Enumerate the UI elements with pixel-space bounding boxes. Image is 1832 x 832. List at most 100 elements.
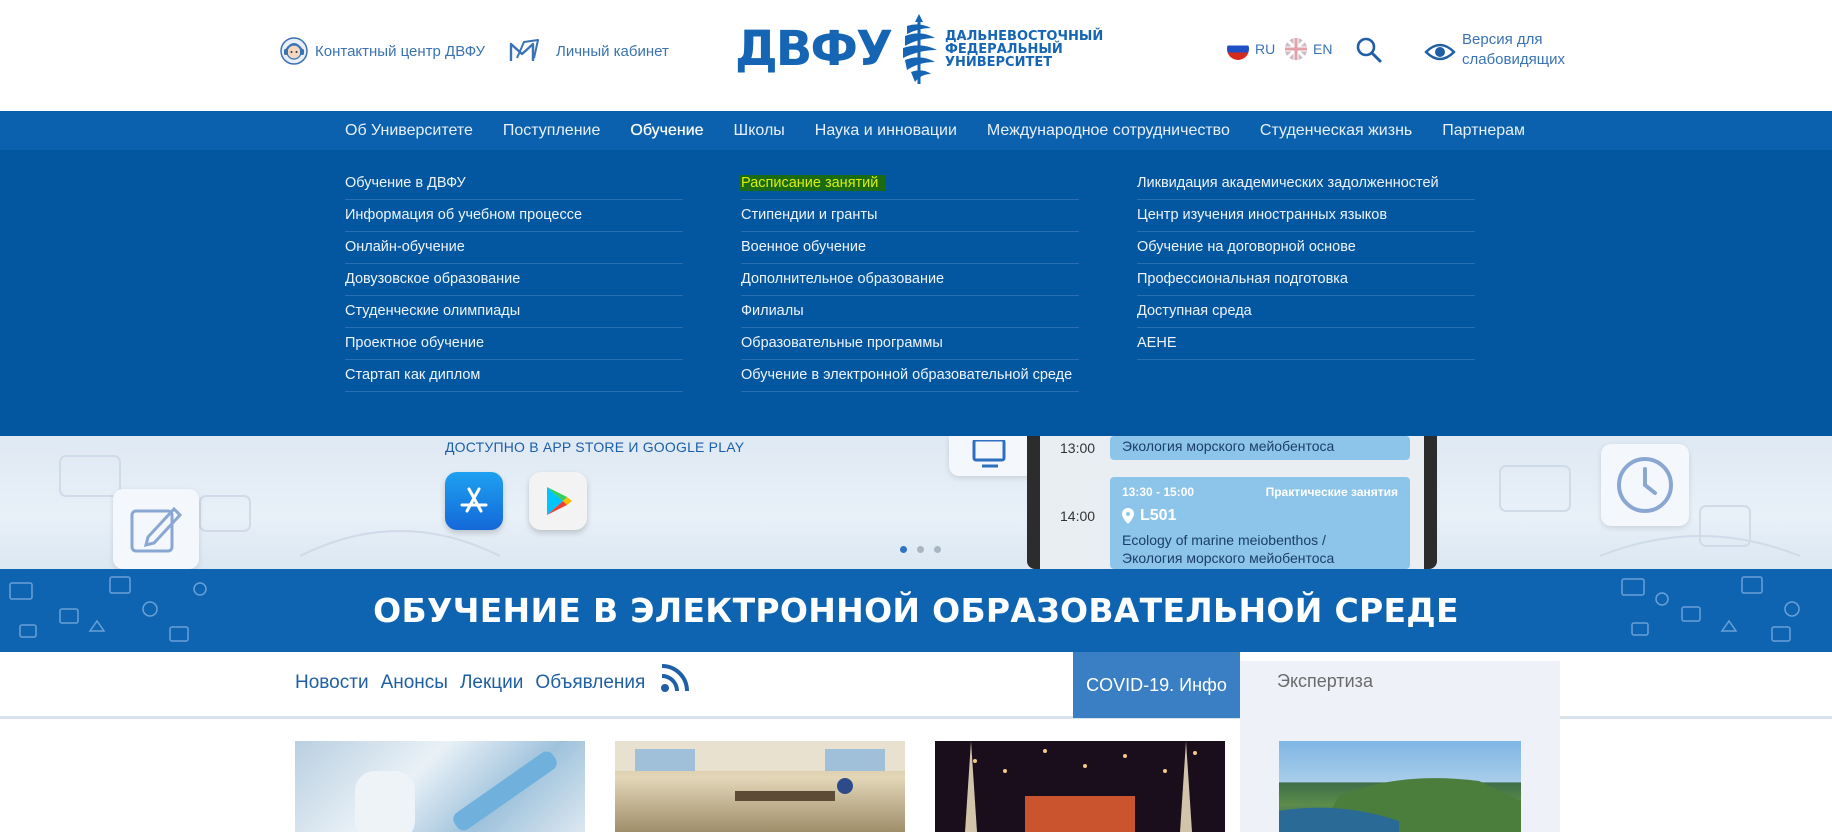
dropdown-item-label: Обучение в электронной образовательной с… [741, 367, 1073, 383]
clock-icon [1617, 457, 1673, 513]
app-store-icon [460, 487, 488, 513]
schedule-card-1-text: Экология морского мейобентоса [1122, 438, 1335, 454]
dropdown-item-c2-3[interactable]: Военное обучение [741, 232, 1079, 264]
lang-en-label: EN [1313, 41, 1333, 57]
dropdown-item-c3-4[interactable]: Профессиональная подготовка [1137, 264, 1475, 296]
news-tab-3[interactable]: Лекции [460, 672, 523, 694]
nav-item-5[interactable]: Наука и инновации [815, 122, 957, 140]
classroom-image [615, 741, 905, 801]
news-tab-1[interactable]: Новости [295, 672, 369, 694]
dropdown-item-c3-5[interactable]: Доступная среда [1137, 296, 1475, 328]
dropdown-item-c1-2[interactable]: Информация об учебном процессе [345, 200, 683, 232]
dropdown-item-label: Образовательные программы [741, 335, 943, 351]
nav-item-3[interactable]: Обучение [630, 122, 703, 140]
section-title-band: ОБУЧЕНИЕ В ЭЛЕКТРОННОЙ ОБРАЗОВАТЕЛЬНОЙ С… [0, 569, 1832, 652]
expertise-thumbnail-coast[interactable] [1279, 741, 1521, 832]
dropdown-item-c1-7[interactable]: Стартап как диплом [345, 360, 683, 392]
pencil-note-icon [130, 506, 183, 553]
search-button[interactable] [1355, 36, 1383, 69]
dropdown-column-1: Обучение в ДВФУ Информация об учебном про… [345, 168, 683, 392]
section-title: ОБУЧЕНИЕ В ЭЛЕКТРОННОЙ ОБРАЗОВАТЕЛЬНОЙ С… [373, 591, 1459, 630]
personal-account-label: Личный кабинет [556, 42, 669, 60]
dropdown-item-label: Проектное обучение [345, 335, 485, 351]
dropdown-item-c2-6[interactable]: Образовательные программы [741, 328, 1079, 360]
dropdown-item-label: Онлайн-обучение [345, 239, 465, 255]
dropdown-item-label: Информация об учебном процессе [345, 207, 583, 223]
schedule-card-2-time: 13:30 - 15:00 [1122, 485, 1195, 499]
dropdown-item-c3-2[interactable]: Центр изучения иностранных языков [1137, 200, 1475, 232]
logo-line-3: УНИВЕРСИТЕТ [944, 54, 1053, 70]
low-vision-version-link[interactable]: Версия для слабовидящих [1424, 30, 1572, 70]
dropdown-item-label: Доступная среда [1137, 303, 1252, 319]
slider-dot-3[interactable] [934, 546, 941, 553]
lang-ru-link[interactable]: RU [1227, 38, 1275, 60]
contact-center-link[interactable]: Контактный центр ДВФУ [279, 36, 485, 66]
news-thumbnail-classroom[interactable] [615, 741, 905, 832]
search-icon [1356, 37, 1382, 63]
page: Контактный центр ДВФУ Личный кабинет ДВФ… [0, 0, 1832, 832]
dropdown-item-c2-1[interactable]: Расписание занятий [741, 168, 1079, 200]
dropdown-column-3: Ликвидация академических задолженностей Ц… [1137, 168, 1475, 360]
dropdown-item-label: Довузовское образование [345, 271, 521, 287]
nav-item-1[interactable]: Об Университете [345, 122, 473, 140]
nav-item-6[interactable]: Международное сотрудничество [987, 122, 1230, 140]
schedule-card-2-text-2: Экология морского мейобентоса [1122, 550, 1335, 566]
lang-en-link[interactable]: EN [1285, 38, 1332, 60]
app-promo-banner[interactable]: ДОСТУПНО В APP STORE И GOOGLE PLAY 13:00… [0, 436, 1832, 569]
schedule-time-1: 13:00 [1060, 440, 1096, 456]
slider-dot-2[interactable] [917, 546, 924, 553]
news-tab-2[interactable]: Анонсы [381, 672, 448, 694]
nav-item-8[interactable]: Партнерам [1442, 122, 1525, 140]
dropdown-item-c3-3[interactable]: Обучение на договорной основе [1137, 232, 1475, 264]
dropdown-item-label: Дополнительное образование [741, 271, 945, 287]
slider-dot-1[interactable] [900, 546, 907, 553]
dropdown-item-c3-6[interactable]: AEHE [1137, 328, 1475, 360]
rss-icon [661, 664, 689, 692]
news-thumbnail-concert[interactable] [935, 741, 1225, 832]
rss-button[interactable] [660, 663, 690, 698]
russia-flag-icon [1227, 38, 1249, 60]
dropdown-column-2: Расписание занятий Стипендии и гранты Воен… [741, 168, 1079, 392]
dropdown-item-label: Военное обучение [741, 239, 867, 255]
main-nav: Об Университете Поступление Обучение Школы Н… [0, 111, 1832, 150]
nav-item-7[interactable]: Студенческая жизнь [1260, 122, 1412, 140]
dropdown-item-label: Профессиональная подготовка [1137, 271, 1348, 287]
dropdown-item-c1-6[interactable]: Проектное обучение [345, 328, 683, 360]
dropdown-item-c2-5[interactable]: Филиалы [741, 296, 1079, 328]
nav-item-4[interactable]: Школы [734, 122, 785, 140]
covid-info-tab[interactable]: COVID-19. Инфо [1073, 652, 1240, 718]
dropdown-item-c1-3[interactable]: Онлайн-обучение [345, 232, 683, 264]
news-tab-4[interactable]: Объявления [535, 672, 645, 694]
coast-image [1279, 778, 1521, 832]
dropdown-item-c1-1[interactable]: Обучение в ДВФУ [345, 168, 683, 200]
support-agent-icon [280, 37, 308, 65]
dropdown-item-c1-5[interactable]: Студенческие олимпиады [345, 296, 683, 328]
dropdown-item-c3-1[interactable]: Ликвидация академических задолженностей [1137, 168, 1475, 200]
dropdown-item-c2-4[interactable]: Дополнительное образование [741, 264, 1079, 296]
personal-account-icon [509, 39, 539, 61]
news-thumbnail-medical[interactable] [295, 741, 585, 832]
logo-line-1: ДАЛЬНЕВОСТОЧНЫЙ [944, 28, 1104, 44]
dropdown-item-c2-7[interactable]: Обучение в электронной образовательной с… [741, 360, 1079, 392]
logo-abbreviation: ДВФУ [735, 21, 893, 77]
app-store-button[interactable] [445, 472, 503, 530]
covid-info-label: COVID-19. Инфо [1086, 674, 1227, 695]
clock-tile [1601, 444, 1689, 526]
logo-fullname: ДАЛЬНЕВОСТОЧНЫЙ ФЕДЕРАЛЬНЫЙ УНИВЕРСИТЕТ [945, 30, 1103, 69]
nav-item-2[interactable]: Поступление [503, 122, 600, 140]
personal-account-link[interactable]: Личный кабинет [508, 36, 669, 66]
available-in-stores-text: ДОСТУПНО В APP STORE И GOOGLE PLAY [445, 439, 745, 455]
dropdown-item-c1-4[interactable]: Довузовское образование [345, 264, 683, 296]
university-logo[interactable]: ДВФУ ДАЛЬНЕВОСТОЧНЫЙ ФЕДЕРАЛЬНЫЙ УНИВЕРС… [735, 12, 1103, 86]
monitor-icon [972, 440, 1005, 468]
lang-ru-label: RU [1255, 41, 1276, 57]
uk-flag-icon [1285, 38, 1307, 60]
google-play-button[interactable] [529, 472, 587, 530]
contact-center-label: Контактный центр ДВФУ [315, 42, 485, 60]
dropdown-item-label: Стипендии и гранты [741, 207, 878, 223]
google-play-icon [547, 487, 572, 515]
dropdown-item-label: Студенческие олимпиады [345, 303, 521, 319]
concert-image [965, 741, 1197, 832]
logo-line-2: ФЕДЕРАЛЬНЫЙ [944, 41, 1063, 57]
dropdown-item-c2-2[interactable]: Стипендии и гранты [741, 200, 1079, 232]
